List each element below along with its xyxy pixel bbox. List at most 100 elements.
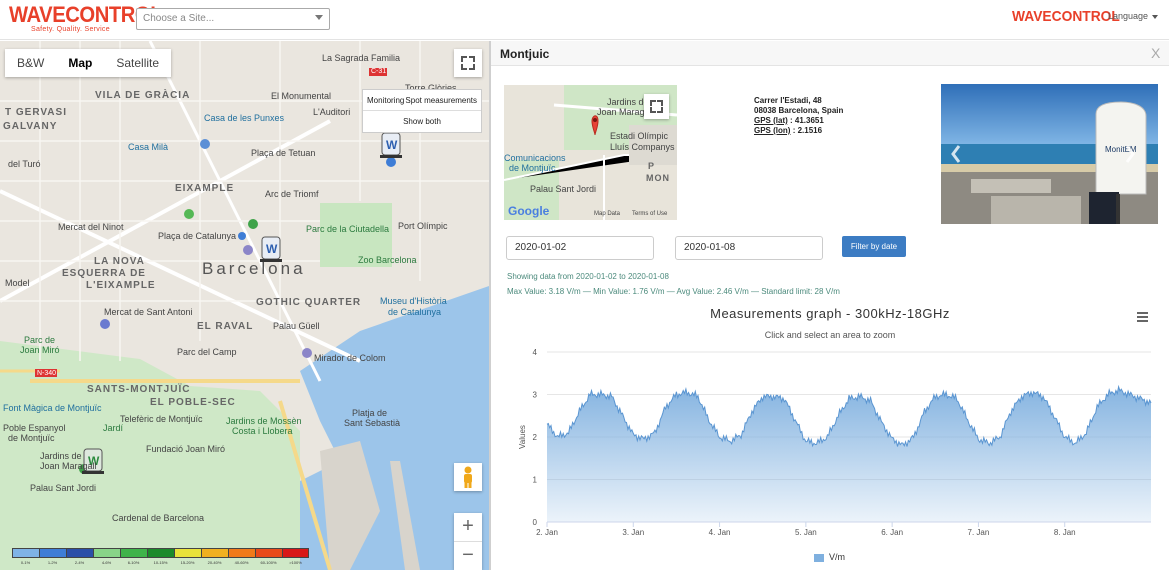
date-from-input[interactable]: 2020-01-02: [506, 236, 654, 260]
zoom-in-icon[interactable]: +: [454, 513, 482, 541]
zoom-control: + −: [454, 513, 482, 570]
legend-label: 10-15%: [153, 560, 168, 565]
language-label: Language: [1108, 11, 1149, 21]
map-label: del Turó: [8, 159, 41, 169]
color-legend-labels: 0-1% 1-2% 2-4% 4-6% 6-10% 10-15% 15-20% 20-40% 4…: [12, 560, 309, 565]
google-logo: Google: [508, 204, 550, 218]
street-view-pegman-icon[interactable]: [454, 463, 482, 491]
map-label: ESQUERRA DE: [62, 268, 146, 279]
map-label: Parc de la Ciutadella: [306, 224, 390, 234]
chevron-down-icon: [1152, 14, 1159, 19]
map-label: Fundació Joan Miró: [146, 444, 226, 454]
gps-lat-label: GPS (lat): [754, 116, 788, 125]
x-tick-label: 6. Jan: [881, 528, 903, 537]
site-minimap[interactable]: Jardins de Joan Maragall Estadi Olímpic …: [504, 85, 677, 220]
map-label: Jardins de Mossèn: [226, 416, 302, 426]
legend-label: 60-100%: [260, 560, 277, 565]
map-label: T GERVASI: [5, 107, 67, 118]
minimap-label: Palau Sant Jordi: [530, 184, 597, 194]
site-select-placeholder: Choose a Site...: [143, 13, 215, 24]
minimap-terms[interactable]: Terms of Use: [632, 211, 667, 217]
gps-lon-value: : 2.1516: [792, 126, 823, 135]
minimap-label: Estadi Olímpic: [610, 131, 669, 141]
station-icon: W: [380, 132, 402, 158]
legend-swatch: [120, 548, 147, 558]
map-label: Barcelona: [202, 259, 306, 278]
measurements-chart[interactable]: 0 1 2 3 4 Values 2. Jan 3. Jan 4. Jan 5. Jan 6. Ja…: [491, 341, 1169, 551]
x-tick-label: 4. Jan: [709, 528, 731, 537]
legend-swatch: [814, 553, 824, 562]
marker-spot: [248, 219, 258, 229]
minimap-label: MON: [646, 173, 670, 183]
map-label: N-340: [37, 370, 57, 377]
y-tick-label: 3: [533, 391, 538, 400]
legend-label: 1-2%: [47, 560, 58, 565]
map-label: VILA DE GRÀCIA: [95, 90, 191, 101]
y-axis-label: Values: [518, 425, 527, 449]
map-type-satellite[interactable]: Satellite: [104, 49, 171, 77]
top-bar: WAVECONTROL Safety. Quality. Service Cho…: [0, 0, 1169, 40]
map-label: Casa Milà: [128, 142, 169, 152]
zoom-out-icon[interactable]: −: [454, 542, 482, 570]
marker-spot: [184, 209, 194, 219]
date-to-input[interactable]: 2020-01-08: [675, 236, 823, 260]
map-label: Casa de les Punxes: [204, 113, 285, 123]
map-label: de Catalunya: [388, 307, 442, 317]
map-label: C-31: [371, 68, 387, 75]
map-label: Mercat del Ninot: [58, 222, 124, 232]
map-label: Zoo Barcelona: [358, 255, 417, 265]
legend-swatch: [93, 548, 120, 558]
map-label: Parc del Camp: [177, 347, 237, 357]
y-tick-label: 2: [533, 433, 538, 442]
minimap-label: P: [648, 161, 656, 171]
marker-spot: [100, 319, 110, 329]
minimap-label: Comunicacions: [504, 153, 566, 163]
map-type-bw[interactable]: B&W: [5, 49, 56, 77]
fullscreen-icon[interactable]: [644, 94, 669, 119]
legend-swatch: [147, 548, 174, 558]
y-tick-label: 0: [533, 518, 538, 527]
map-label: Museu d'Història: [380, 296, 447, 306]
site-address: Carrer l'Estadi, 48 08038 Barcelona, Spa…: [754, 96, 843, 136]
legend-swatch: [39, 548, 66, 558]
chart-subtitle: Click and select an area to zoom: [764, 330, 896, 340]
minimap-mapdata[interactable]: Map Data: [594, 211, 620, 217]
map-label: Parc de: [24, 335, 56, 345]
map-label: EL POBLE-SEC: [150, 397, 236, 408]
x-tick-label: 8. Jan: [1054, 528, 1076, 537]
close-icon[interactable]: X: [1151, 45, 1160, 61]
map-label: Font Màgica de Montjuïc: [3, 403, 102, 413]
legend-swatch: [174, 548, 201, 558]
marker-spot: [238, 232, 246, 240]
language-dropdown[interactable]: Language: [1108, 11, 1159, 21]
stats-text: Max Value: 3.18 V/m — Min Value: 1.76 V/…: [507, 287, 840, 296]
map-label: EL RAVAL: [197, 321, 254, 332]
spot-measurements-toggle[interactable]: Spot measurements: [405, 96, 477, 105]
map-label: LA NOVA: [94, 256, 145, 267]
map-view[interactable]: W W W La Sagrada Familia Torre Glòries C…: [0, 41, 489, 570]
legend-label: 40-60%: [234, 560, 249, 565]
fullscreen-icon[interactable]: [454, 49, 482, 77]
map-label: Plaça de Tetuan: [251, 148, 316, 158]
logo-right[interactable]: WAVECONTROL: [1012, 8, 1120, 25]
filter-by-date-button[interactable]: Filter by date: [842, 236, 906, 257]
map-label: Joan Miró: [20, 345, 60, 355]
show-both-toggle[interactable]: Show both: [363, 111, 481, 132]
site-select[interactable]: Choose a Site...: [136, 8, 330, 30]
map-label: L'Auditori: [313, 107, 351, 117]
legend-swatch: [228, 548, 255, 558]
map-label: Port Olímpic: [398, 221, 448, 231]
chart-menu-icon[interactable]: [1137, 312, 1148, 324]
legend-label: 2-4%: [74, 560, 85, 565]
map-type-map[interactable]: Map: [56, 49, 104, 77]
legend-swatch: [201, 548, 228, 558]
minimap-label: Lluís Companys: [610, 142, 675, 152]
monitoring-toggle[interactable]: Monitoring: [367, 96, 404, 105]
chart-legend-item[interactable]: V/m: [814, 552, 845, 562]
site-photo-carousel[interactable]: MonitEM: [941, 84, 1158, 224]
map-type-control: B&W Map Satellite: [5, 49, 172, 77]
address-street: Carrer l'Estadi, 48: [754, 96, 822, 105]
map-label: La Sagrada Familia: [322, 53, 401, 63]
x-tick-label: 3. Jan: [622, 528, 644, 537]
marker-spot: [243, 245, 253, 255]
